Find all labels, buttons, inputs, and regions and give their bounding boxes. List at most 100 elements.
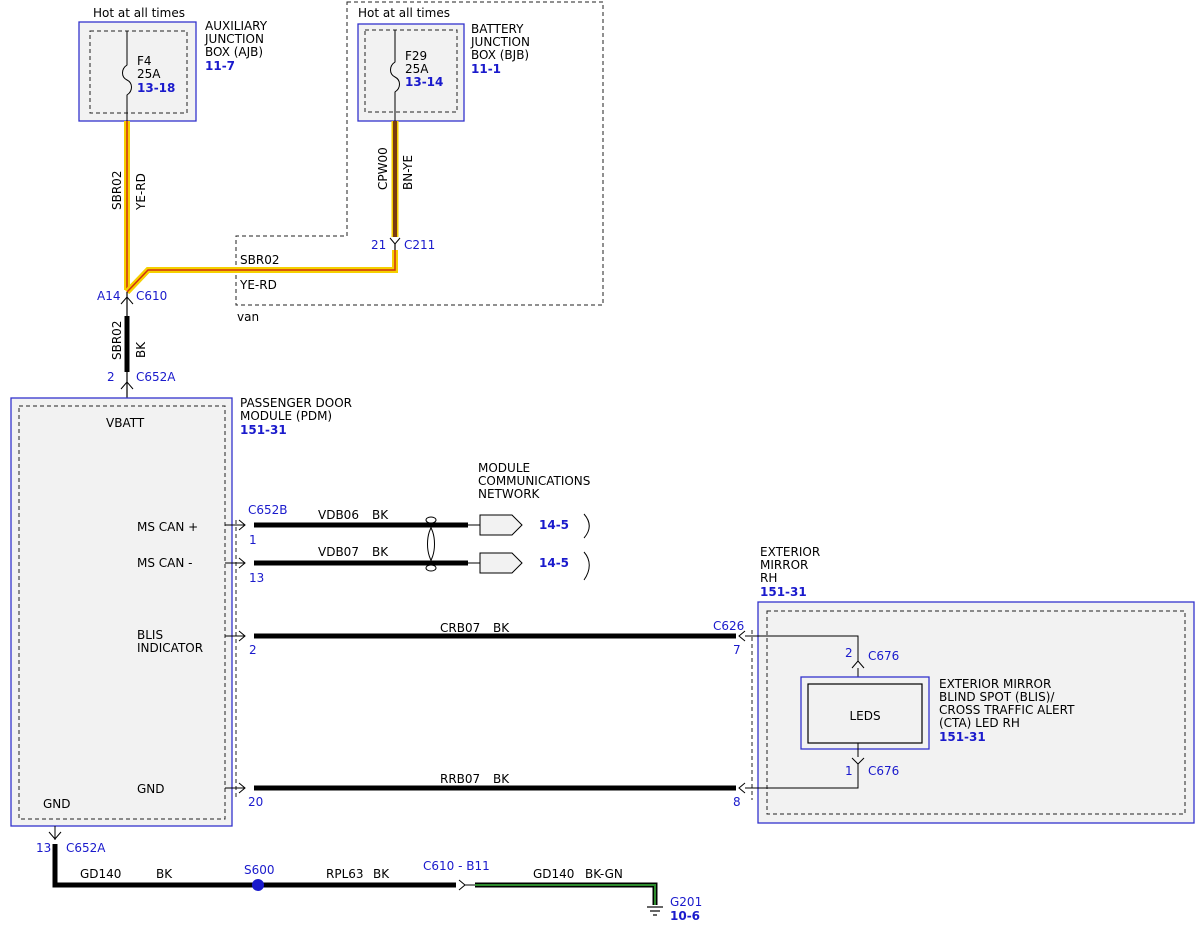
g201-ref-link[interactable]: 10-6 bbox=[670, 909, 700, 923]
c626-pin-8: 8 bbox=[733, 795, 741, 809]
c676-top-label: C676 bbox=[868, 649, 899, 663]
c652a-top-label: C652A bbox=[136, 370, 176, 384]
c676-bot-label: C676 bbox=[868, 764, 899, 778]
crb07-color: BK bbox=[493, 621, 510, 635]
c652a-top-pin: 2 bbox=[107, 370, 115, 384]
led-desc-l4: (CTA) LED RH bbox=[939, 716, 1020, 730]
sbr02-bk-circuit: SBR02 bbox=[110, 321, 124, 360]
c652b-label: C652B bbox=[248, 503, 288, 517]
s600-label: S600 bbox=[244, 863, 275, 877]
network-label-l3: NETWORK bbox=[478, 487, 541, 501]
sbr02-bk-color: BK bbox=[134, 341, 148, 358]
vdb06-color: BK bbox=[372, 508, 389, 522]
gd140-gn-color: BK-GN bbox=[585, 867, 623, 881]
wire-gd140-bkgn-stripe bbox=[475, 884, 656, 905]
van-sbr02-color: YE-RD bbox=[239, 278, 277, 292]
fuse-f29-label: F29 bbox=[405, 49, 427, 63]
c211-label: C211 bbox=[404, 238, 435, 252]
van-sbr02-circuit: SBR02 bbox=[240, 253, 279, 267]
gd140-circuit: GD140 bbox=[80, 867, 121, 881]
pdm-ms-can-plus-label: MS CAN + bbox=[137, 520, 198, 534]
sbr02-color-label: YE-RD bbox=[134, 173, 148, 211]
c610-b11-label: C610 - B11 bbox=[423, 859, 490, 873]
crb07-circuit: CRB07 bbox=[440, 621, 480, 635]
network-label-l2: COMMUNICATIONS bbox=[478, 474, 590, 488]
gd140-color: BK bbox=[156, 867, 173, 881]
wire-gd140-bkgn-base bbox=[475, 882, 658, 905]
c610-b11-connector-icon bbox=[458, 879, 466, 891]
ajb-hot-label: Hot at all times bbox=[93, 6, 185, 20]
rrb07-color: BK bbox=[493, 772, 510, 786]
led-desc-l1: EXTERIOR MIRROR bbox=[939, 677, 1051, 691]
bjb-name-l1: BATTERY bbox=[471, 22, 524, 36]
network-ref-link-2[interactable]: 14-5 bbox=[539, 556, 569, 570]
vdb06-circuit: VDB06 bbox=[318, 508, 359, 522]
network-arrow-icon-2 bbox=[479, 552, 523, 574]
rpl63-circuit: RPL63 bbox=[326, 867, 364, 881]
ajb-name-l1: AUXILIARY bbox=[205, 19, 268, 33]
pin-20: 20 bbox=[248, 795, 263, 809]
network-bracket-icon-2 bbox=[583, 551, 590, 581]
c652a-bot-label: C652A bbox=[66, 841, 106, 855]
gd140-gn-circuit: GD140 bbox=[533, 867, 574, 881]
network-ref-link-1[interactable]: 14-5 bbox=[539, 518, 569, 532]
network-label-l1: MODULE bbox=[478, 461, 530, 475]
fuse-f4-ref-link[interactable]: 13-18 bbox=[137, 81, 175, 95]
pdm-vbatt-label: VBATT bbox=[106, 416, 145, 430]
c610-label: C610 bbox=[136, 289, 167, 303]
led-desc-l3: CROSS TRAFFIC ALERT bbox=[939, 703, 1075, 717]
bjb-hot-label: Hot at all times bbox=[358, 6, 450, 20]
bjb-name-l2: JUNCTION bbox=[470, 35, 530, 49]
rpl63-color: BK bbox=[373, 867, 390, 881]
network-arrow-icon-1 bbox=[479, 514, 523, 536]
c626-label: C626 bbox=[713, 619, 744, 633]
led-ref-link[interactable]: 151-31 bbox=[939, 730, 986, 744]
pin-13: 13 bbox=[249, 571, 264, 585]
mirror-name-l3: RH bbox=[760, 571, 777, 585]
bjb-ref-link[interactable]: 11-1 bbox=[471, 62, 501, 76]
ground-symbol-icon bbox=[647, 906, 663, 916]
fuse-f29-ref-link[interactable]: 13-14 bbox=[405, 75, 443, 89]
bjb-name-l3: BOX (BJB) bbox=[471, 48, 529, 62]
rrb07-circuit: RRB07 bbox=[440, 772, 480, 786]
cpw00-color-label: BN-YE bbox=[401, 155, 415, 190]
pdm-blis-label-l2: INDICATOR bbox=[137, 641, 203, 655]
fuse-f4-amps: 25A bbox=[137, 67, 161, 81]
ajb-ref-link[interactable]: 11-7 bbox=[205, 59, 235, 73]
pdm-gnd-label: GND bbox=[43, 797, 71, 811]
c626-bot-arrow-icon bbox=[738, 782, 746, 794]
s600-splice-icon bbox=[252, 879, 264, 891]
vdb07-circuit: VDB07 bbox=[318, 545, 359, 559]
pin-2: 2 bbox=[249, 643, 257, 657]
c676-top-pin: 2 bbox=[845, 646, 853, 660]
leds-label: LEDS bbox=[849, 709, 880, 723]
mirror-ref-link[interactable]: 151-31 bbox=[760, 585, 807, 599]
mirror-name-l2: MIRROR bbox=[760, 558, 808, 572]
van-label: van bbox=[237, 310, 259, 324]
cpw00-circuit-label: CPW00 bbox=[376, 147, 390, 190]
wiring-diagram: van Hot at all times AUXILIARY JUNCTION … bbox=[10, 1, 1195, 923]
pdm-ms-can-minus-label: MS CAN - bbox=[137, 556, 193, 570]
pdm-gnd-inner-label: GND bbox=[137, 782, 165, 796]
c652a-bot-pin: 13 bbox=[36, 841, 51, 855]
pdm-name-l2: MODULE (PDM) bbox=[240, 409, 332, 423]
pdm-blis-label-l1: BLIS bbox=[137, 628, 163, 642]
c626-pin-7: 7 bbox=[733, 643, 741, 657]
ajb-name-l3: BOX (AJB) bbox=[205, 45, 263, 59]
led-desc-l2: BLIND SPOT (BLIS)/ bbox=[939, 690, 1055, 704]
mirror-name-l1: EXTERIOR bbox=[760, 545, 820, 559]
c676-bot-pin: 1 bbox=[845, 764, 853, 778]
sbr02-circuit-label: SBR02 bbox=[110, 171, 124, 210]
c211-pin: 21 bbox=[371, 238, 386, 252]
pdm-box bbox=[10, 397, 233, 827]
fuse-f4-label: F4 bbox=[137, 54, 152, 68]
ajb-name-l2: JUNCTION bbox=[204, 32, 264, 46]
fuse-f29-amps: 25A bbox=[405, 62, 429, 76]
c610-pin: A14 bbox=[97, 289, 120, 303]
pdm-name-l1: PASSENGER DOOR bbox=[240, 396, 352, 410]
c211-connector-icon bbox=[389, 237, 401, 245]
pdm-ref-link[interactable]: 151-31 bbox=[240, 423, 287, 437]
g201-label: G201 bbox=[670, 895, 702, 909]
pin-1: 1 bbox=[249, 533, 257, 547]
vdb07-color: BK bbox=[372, 545, 389, 559]
